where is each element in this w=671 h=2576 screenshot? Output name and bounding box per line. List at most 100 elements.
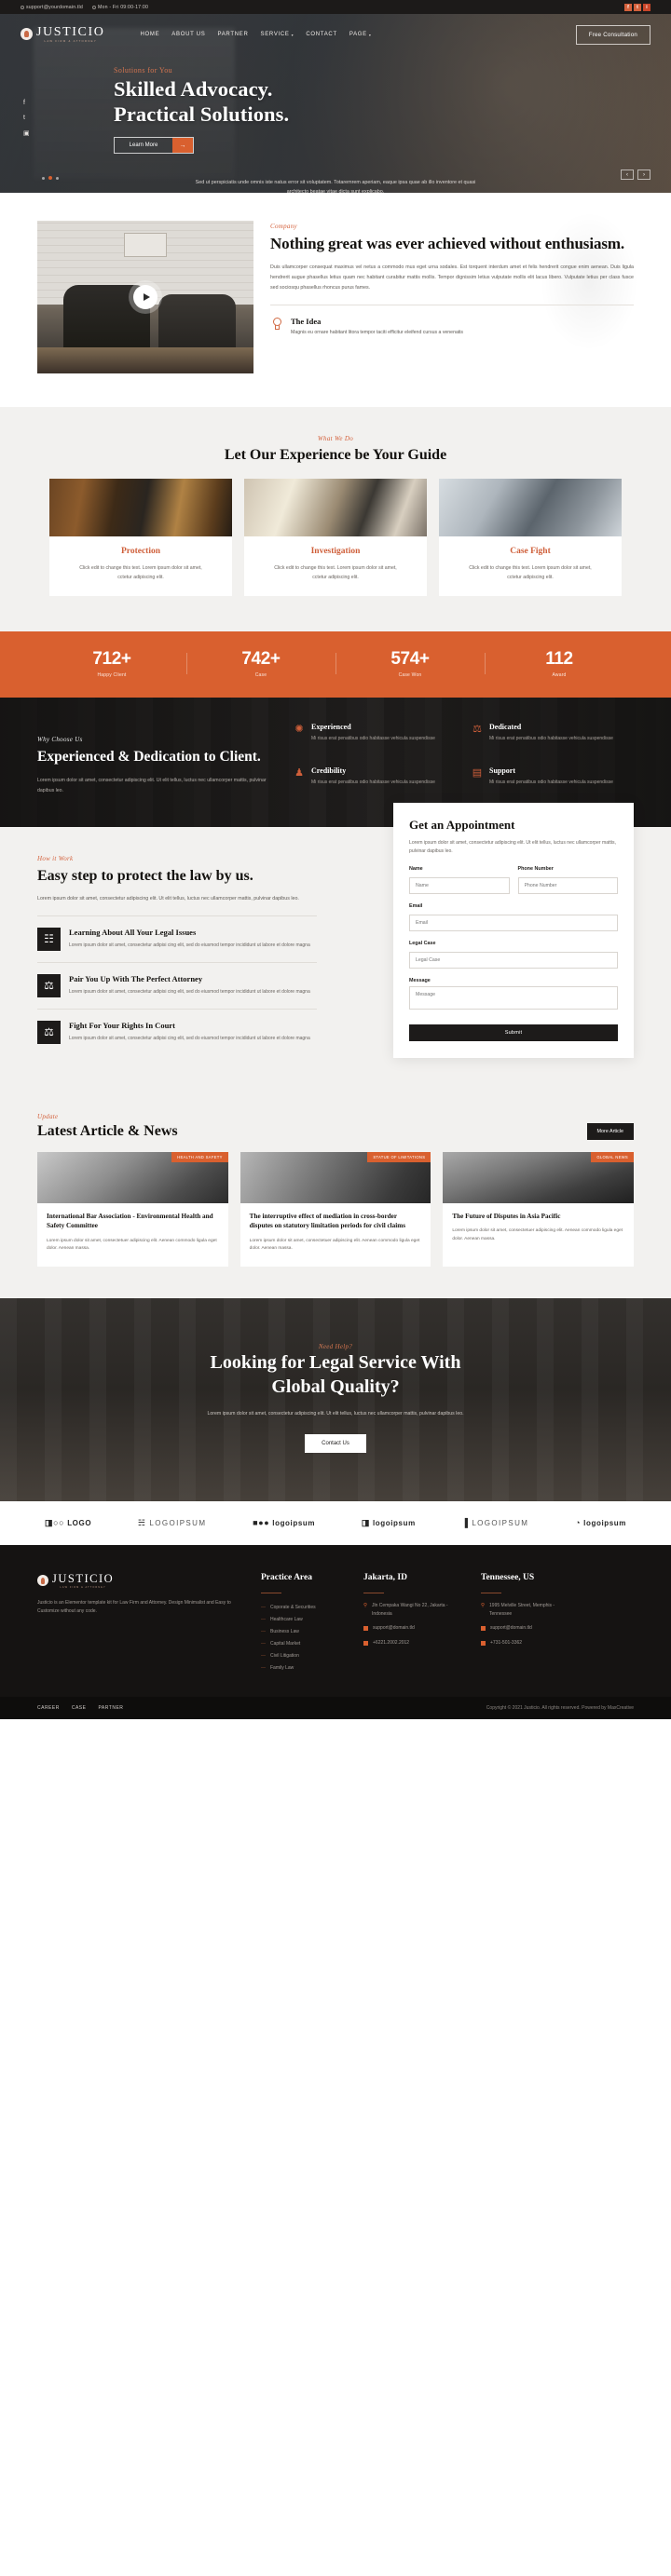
instagram-icon[interactable]: i [643, 3, 650, 11]
blog-post-text: Lorem ipsum dolor sit amet, consectetuer… [452, 1228, 623, 1242]
email-input[interactable] [409, 914, 618, 931]
logo-mark-icon: ■●● [253, 1518, 270, 1528]
wreath-icon: ✺ [294, 724, 304, 736]
nav-item-page[interactable]: PAGE ▾ [349, 32, 372, 37]
footer-link-case[interactable]: CASE [72, 1705, 87, 1711]
partner-logo-5: ▐ LOGOIPSUM [462, 1519, 529, 1528]
footer-phone-item[interactable]: +6221.2002.2012 [363, 1639, 460, 1647]
blog-post-tag: HEALTH AND SAFETY [171, 1151, 228, 1162]
hero-slider-dots[interactable] [42, 176, 59, 180]
cta-title: Looking for Legal Service With Global Qu… [37, 1350, 634, 1399]
blog-post-text: Lorem ipsum dolor sit amet, consectetuer… [249, 1238, 420, 1252]
instagram-icon[interactable]: ▣ [23, 129, 30, 137]
topbar-email[interactable]: support@yourdomain.tld [21, 5, 83, 10]
services-title: Let Our Experience be Your Guide [224, 447, 447, 463]
footer-column-title: Tennessee, US [481, 1573, 535, 1583]
footer-link[interactable]: — Coporate & Securities [261, 1602, 343, 1614]
services-section: What We Do Let Our Experience be Your Gu… [0, 407, 671, 632]
facebook-icon[interactable]: f [23, 100, 30, 106]
dash-icon: — [261, 1641, 266, 1647]
nav-item-about-us[interactable]: ABOUT US [171, 32, 205, 37]
message-textarea[interactable] [409, 985, 618, 1010]
blog-post-image: GLOBAL NEWS [443, 1151, 635, 1203]
cta-paragraph: Lorem ipsum dolor sit amet, consectetur … [207, 1411, 464, 1417]
twitter-icon[interactable]: t [634, 3, 641, 11]
slider-dot-active[interactable] [48, 176, 52, 180]
footer-link[interactable]: — Civil Litigation [261, 1650, 343, 1662]
blog-post-tag: GLOBAL NEWS [591, 1151, 635, 1162]
hero-learn-more-button[interactable]: Learn More → [114, 137, 194, 155]
footer-link[interactable]: — Capital Market [261, 1638, 343, 1650]
name-input[interactable] [409, 876, 510, 894]
footer-link[interactable]: — Healthcare Law [261, 1614, 343, 1626]
free-consultation-button[interactable]: Free Consultation [575, 24, 650, 45]
footer-link[interactable]: — Family Law [261, 1662, 343, 1674]
lightbulb-icon [270, 317, 284, 332]
blog-post-card[interactable]: GLOBAL NEWS The Future of Disputes in As… [443, 1151, 635, 1268]
about-eyebrow: Company [270, 223, 297, 230]
logo-text: logoipsum [583, 1519, 626, 1528]
facebook-icon[interactable]: f [624, 3, 632, 11]
footer-link[interactable]: — Business Law [261, 1626, 343, 1638]
about-video-thumbnail[interactable] [37, 221, 253, 373]
play-button-icon[interactable] [133, 285, 157, 309]
footer-email-item[interactable]: support@domain.tld [481, 1624, 578, 1633]
blog-eyebrow: Update [37, 1112, 59, 1120]
logo-text: LOGOIPSUM [472, 1519, 529, 1528]
form-group-phone: Phone Number [517, 866, 618, 894]
service-card-investigation[interactable]: Investigation Click edit to change this … [244, 479, 427, 597]
feature-experienced: ✺ Experienced Mi risus erat penatibus od… [293, 723, 456, 752]
about-copy: Company Nothing great was ever achieved … [270, 221, 634, 373]
service-card-protection[interactable]: Protection Click edit to change this tex… [49, 479, 232, 597]
envelope-icon [481, 1626, 486, 1632]
nav-item-contact[interactable]: CONTACT [306, 32, 336, 37]
footer-logo[interactable]: JUSTICIO LAW FIRM & ATTORNEY [37, 1573, 240, 1589]
chevron-down-icon: ▾ [368, 32, 372, 37]
blog-post-card[interactable]: HEALTH AND SAFETY International Bar Asso… [37, 1151, 228, 1268]
footer-link-partner[interactable]: PARTNER [98, 1705, 123, 1711]
service-card-case-fight[interactable]: Case Fight Click edit to change this tex… [439, 479, 622, 597]
feature-text: Mi risus erat penatibus odio habitasse v… [489, 779, 613, 785]
footer-address-text: 1995 Melville Street, Memphis - Tennesse… [489, 1602, 555, 1618]
envelope-icon [21, 5, 24, 9]
nav-item-home[interactable]: HOME [140, 32, 159, 37]
contact-us-button[interactable]: Contact Us [305, 1434, 366, 1454]
email-label: Email [409, 902, 423, 909]
how-step-item: ⚖ Pair You Up With The Perfect Attorney … [37, 961, 317, 1009]
submit-button[interactable]: Submit [409, 1024, 618, 1041]
cta-eyebrow: Need Help? [318, 1343, 353, 1351]
how-step-item: ☷ Learning About All Your Legal Issues L… [37, 915, 317, 962]
phone-icon [481, 1640, 486, 1646]
slider-dot[interactable] [42, 176, 45, 180]
feature-support: ▤ Support Mi risus erat penatibus odio h… [471, 766, 634, 795]
slider-next-icon[interactable]: › [637, 169, 650, 180]
slider-dot[interactable] [56, 176, 59, 180]
main-navigation: JUSTICIO LAW FIRM & ATTORNEY HOME ABOUT … [0, 14, 671, 55]
hero-title-line2: Practical Solutions. [114, 102, 290, 126]
feature-title: Credibility [311, 766, 347, 775]
footer-practice-area-column: Practice Area — Coporate & Securities — He… [261, 1573, 343, 1674]
nav-item-service[interactable]: SERVICE ▾ [261, 32, 294, 37]
site-logo[interactable]: JUSTICIO LAW FIRM & ATTORNEY [21, 26, 104, 43]
legal-case-input[interactable] [409, 951, 618, 969]
twitter-icon[interactable]: t [23, 115, 30, 121]
footer-phone-text: +6221.2002.2012 [373, 1639, 410, 1646]
footer-logo-title: JUSTICIO [52, 1572, 115, 1586]
footer-phone-item[interactable]: +731-501-3362 [481, 1639, 578, 1647]
logo-text: LOGO [67, 1519, 92, 1528]
partner-logo-1: ◨○○ LOGO [45, 1519, 92, 1528]
footer-email-item[interactable]: support@domain.tld [363, 1624, 460, 1633]
more-article-button[interactable]: More Article [586, 1122, 634, 1140]
service-card-image [439, 479, 622, 536]
footer-link-career[interactable]: CAREER [37, 1705, 60, 1711]
form-group-email: Email [409, 903, 618, 931]
dash-icon: — [261, 1617, 266, 1623]
nav-item-partner[interactable]: PARTNER [217, 32, 248, 37]
legal-case-label: Legal Case [409, 940, 436, 946]
blog-post-card[interactable]: STATUE OF LIMITATIONS The interruptive e… [240, 1151, 431, 1268]
phone-input[interactable] [517, 876, 618, 894]
footer-bottom-bar: CAREER CASE PARTNER Copyright © 2021 Jus… [0, 1696, 671, 1719]
slider-prev-icon[interactable]: ‹ [621, 169, 634, 180]
logo-mark-icon: ◔ [575, 1518, 582, 1528]
about-idea-block: The Idea Magnis eu ornare habitant litor… [270, 305, 634, 338]
